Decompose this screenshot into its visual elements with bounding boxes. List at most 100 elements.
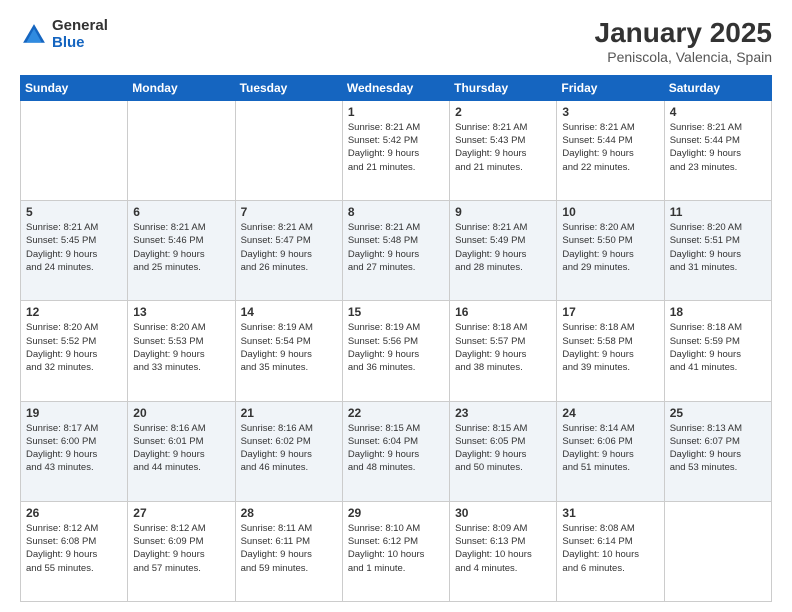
day-number: 28	[241, 506, 337, 520]
day-number: 23	[455, 406, 551, 420]
table-row: 23Sunrise: 8:15 AM Sunset: 6:05 PM Dayli…	[450, 401, 557, 501]
table-row: 21 Sunrise: 8:16 AM Sunset: 6:02 PM Dayli…	[235, 401, 342, 501]
day-number: 4	[670, 105, 766, 119]
table-row: 17 Sunrise: 8:18 AM Sunset: 5:58 PM Dayli…	[557, 301, 664, 401]
day-info: Sunrise: 8:09 AM Sunset: 6:13 PM Dayligh…	[455, 522, 551, 575]
logo-icon	[20, 21, 48, 49]
day-info: Sunrise: 8:18 AM Sunset: 5:57 PM Dayligh…	[455, 321, 551, 374]
day-info: Sunrise: 8:12 AM Sunset: 6:08 PM Dayligh…	[26, 522, 122, 575]
col-friday: Friday	[557, 75, 664, 100]
day-info: Sunrise: 8:18 AM Sunset: 5:58 PM Dayligh…	[562, 321, 658, 374]
calendar-week-row: 26Sunrise: 8:12 AM Sunset: 6:08 PM Dayli…	[21, 501, 772, 601]
day-info: Sunrise: 8:20 AM Sunset: 5:51 PM Dayligh…	[670, 221, 766, 274]
page: General Blue January 2025 Peniscola, Val…	[0, 0, 792, 612]
table-row: 14 Sunrise: 8:19 AM Sunset: 5:54 PM Dayli…	[235, 301, 342, 401]
header-row: Sunday Monday Tuesday Wednesday Thursday…	[21, 75, 772, 100]
table-row: 20 Sunrise: 8:16 AM Sunset: 6:01 PM Dayli…	[128, 401, 235, 501]
day-number: 13	[133, 305, 229, 319]
day-number: 2	[455, 105, 551, 119]
logo-general: General	[52, 18, 108, 35]
day-info: Sunrise: 8:21 AM Sunset: 5:47 PM Dayligh…	[241, 221, 337, 274]
day-number: 5	[26, 205, 122, 219]
day-number: 12	[26, 305, 122, 319]
calendar-week-row: 19Sunrise: 8:17 AM Sunset: 6:00 PM Dayli…	[21, 401, 772, 501]
day-number: 1	[348, 105, 444, 119]
table-row: 9Sunrise: 8:21 AM Sunset: 5:49 PM Daylig…	[450, 201, 557, 301]
day-info: Sunrise: 8:12 AM Sunset: 6:09 PM Dayligh…	[133, 522, 229, 575]
day-info: Sunrise: 8:21 AM Sunset: 5:43 PM Dayligh…	[455, 121, 551, 174]
day-number: 15	[348, 305, 444, 319]
day-info: Sunrise: 8:14 AM Sunset: 6:06 PM Dayligh…	[562, 422, 658, 475]
logo-blue: Blue	[52, 35, 108, 52]
table-row: 24 Sunrise: 8:14 AM Sunset: 6:06 PM Dayli…	[557, 401, 664, 501]
day-info: Sunrise: 8:19 AM Sunset: 5:56 PM Dayligh…	[348, 321, 444, 374]
day-number: 29	[348, 506, 444, 520]
day-info: Sunrise: 8:21 AM Sunset: 5:48 PM Dayligh…	[348, 221, 444, 274]
calendar-week-row: 1 Sunrise: 8:21 AM Sunset: 5:42 PM Daylig…	[21, 100, 772, 200]
day-number: 16	[455, 305, 551, 319]
header: General Blue January 2025 Peniscola, Val…	[20, 18, 772, 65]
table-row	[664, 501, 771, 601]
main-title: January 2025	[595, 18, 772, 49]
table-row: 29Sunrise: 8:10 AM Sunset: 6:12 PM Dayli…	[342, 501, 449, 601]
day-number: 3	[562, 105, 658, 119]
day-info: Sunrise: 8:21 AM Sunset: 5:44 PM Dayligh…	[562, 121, 658, 174]
day-info: Sunrise: 8:18 AM Sunset: 5:59 PM Dayligh…	[670, 321, 766, 374]
table-row: 7 Sunrise: 8:21 AM Sunset: 5:47 PM Daylig…	[235, 201, 342, 301]
table-row: 1 Sunrise: 8:21 AM Sunset: 5:42 PM Daylig…	[342, 100, 449, 200]
day-number: 25	[670, 406, 766, 420]
table-row: 22 Sunrise: 8:15 AM Sunset: 6:04 PM Dayli…	[342, 401, 449, 501]
day-info: Sunrise: 8:20 AM Sunset: 5:50 PM Dayligh…	[562, 221, 658, 274]
col-thursday: Thursday	[450, 75, 557, 100]
col-tuesday: Tuesday	[235, 75, 342, 100]
day-info: Sunrise: 8:20 AM Sunset: 5:52 PM Dayligh…	[26, 321, 122, 374]
table-row: 26Sunrise: 8:12 AM Sunset: 6:08 PM Dayli…	[21, 501, 128, 601]
subtitle: Peniscola, Valencia, Spain	[595, 49, 772, 65]
calendar-table: Sunday Monday Tuesday Wednesday Thursday…	[20, 75, 772, 602]
table-row: 6 Sunrise: 8:21 AM Sunset: 5:46 PM Daylig…	[128, 201, 235, 301]
day-number: 8	[348, 205, 444, 219]
table-row: 5Sunrise: 8:21 AM Sunset: 5:45 PM Daylig…	[21, 201, 128, 301]
day-number: 6	[133, 205, 229, 219]
day-info: Sunrise: 8:21 AM Sunset: 5:46 PM Dayligh…	[133, 221, 229, 274]
calendar-week-row: 12 Sunrise: 8:20 AM Sunset: 5:52 PM Dayli…	[21, 301, 772, 401]
day-info: Sunrise: 8:11 AM Sunset: 6:11 PM Dayligh…	[241, 522, 337, 575]
day-info: Sunrise: 8:16 AM Sunset: 6:01 PM Dayligh…	[133, 422, 229, 475]
day-info: Sunrise: 8:16 AM Sunset: 6:02 PM Dayligh…	[241, 422, 337, 475]
col-saturday: Saturday	[664, 75, 771, 100]
table-row: 10 Sunrise: 8:20 AM Sunset: 5:50 PM Dayli…	[557, 201, 664, 301]
day-number: 17	[562, 305, 658, 319]
title-block: January 2025 Peniscola, Valencia, Spain	[595, 18, 772, 65]
day-number: 10	[562, 205, 658, 219]
table-row	[128, 100, 235, 200]
table-row: 31 Sunrise: 8:08 AM Sunset: 6:14 PM Dayli…	[557, 501, 664, 601]
table-row: 2 Sunrise: 8:21 AM Sunset: 5:43 PM Daylig…	[450, 100, 557, 200]
table-row: 27Sunrise: 8:12 AM Sunset: 6:09 PM Dayli…	[128, 501, 235, 601]
table-row: 13 Sunrise: 8:20 AM Sunset: 5:53 PM Dayli…	[128, 301, 235, 401]
day-number: 24	[562, 406, 658, 420]
table-row	[21, 100, 128, 200]
day-number: 22	[348, 406, 444, 420]
day-number: 7	[241, 205, 337, 219]
table-row: 28 Sunrise: 8:11 AM Sunset: 6:11 PM Dayli…	[235, 501, 342, 601]
day-number: 21	[241, 406, 337, 420]
day-info: Sunrise: 8:19 AM Sunset: 5:54 PM Dayligh…	[241, 321, 337, 374]
table-row: 15 Sunrise: 8:19 AM Sunset: 5:56 PM Dayli…	[342, 301, 449, 401]
day-number: 30	[455, 506, 551, 520]
day-number: 31	[562, 506, 658, 520]
day-info: Sunrise: 8:17 AM Sunset: 6:00 PM Dayligh…	[26, 422, 122, 475]
table-row: 4Sunrise: 8:21 AM Sunset: 5:44 PM Daylig…	[664, 100, 771, 200]
logo-text: General Blue	[52, 18, 108, 51]
day-info: Sunrise: 8:08 AM Sunset: 6:14 PM Dayligh…	[562, 522, 658, 575]
table-row: 12 Sunrise: 8:20 AM Sunset: 5:52 PM Dayli…	[21, 301, 128, 401]
day-number: 14	[241, 305, 337, 319]
table-row: 25 Sunrise: 8:13 AM Sunset: 6:07 PM Dayli…	[664, 401, 771, 501]
logo: General Blue	[20, 18, 108, 51]
day-info: Sunrise: 8:13 AM Sunset: 6:07 PM Dayligh…	[670, 422, 766, 475]
day-info: Sunrise: 8:21 AM Sunset: 5:42 PM Dayligh…	[348, 121, 444, 174]
table-row: 11Sunrise: 8:20 AM Sunset: 5:51 PM Dayli…	[664, 201, 771, 301]
day-number: 20	[133, 406, 229, 420]
table-row: 16 Sunrise: 8:18 AM Sunset: 5:57 PM Dayli…	[450, 301, 557, 401]
day-info: Sunrise: 8:20 AM Sunset: 5:53 PM Dayligh…	[133, 321, 229, 374]
day-info: Sunrise: 8:15 AM Sunset: 6:04 PM Dayligh…	[348, 422, 444, 475]
